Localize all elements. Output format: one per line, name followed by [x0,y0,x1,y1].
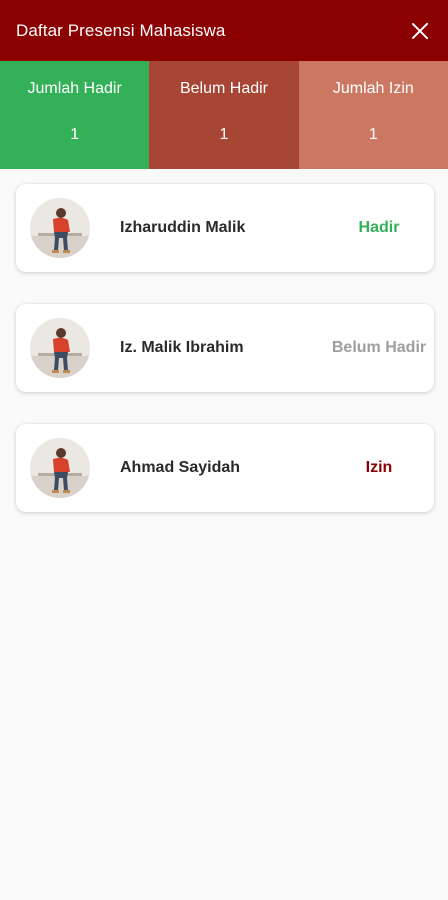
app-bar: Daftar Presensi Mahasiswa [0,0,448,61]
person-avatar-icon [30,438,90,498]
summary-belum-hadir[interactable]: Belum Hadir 1 [149,61,299,169]
summary-belum-hadir-label: Belum Hadir [179,80,268,97]
summary-izin-count: 1 [368,126,378,143]
avatar [30,438,90,498]
status-badge: Belum Hadir [331,339,427,356]
status-badge: Izin [365,459,393,476]
student-list: Izharuddin Malik Hadir Iz. Malik Ibrahim… [16,184,434,544]
student-card[interactable]: Iz. Malik Ibrahim Belum Hadir [16,304,434,392]
student-card[interactable]: Izharuddin Malik Hadir [16,184,434,272]
student-name: Ahmad Sayidah [120,459,241,476]
summary-hadir-label: Jumlah Hadir [27,80,122,97]
summary-belum-hadir-count: 1 [219,126,229,143]
person-avatar-icon [30,318,90,378]
summary-hadir-count: 1 [70,126,80,143]
attendance-summary: Jumlah Hadir 1 Belum Hadir 1 Jumlah Izin… [0,61,448,169]
student-name: Iz. Malik Ibrahim [120,339,244,356]
person-avatar-icon [30,198,90,258]
status-badge: Hadir [358,219,400,236]
summary-hadir[interactable]: Jumlah Hadir 1 [0,61,150,169]
close-icon[interactable] [408,19,432,43]
student-card[interactable]: Ahmad Sayidah Izin [16,424,434,512]
page-title: Daftar Presensi Mahasiswa [16,20,226,40]
avatar [30,318,90,378]
avatar [30,198,90,258]
summary-izin[interactable]: Jumlah Izin 1 [298,61,448,169]
summary-izin-label: Jumlah Izin [332,80,414,97]
student-name: Izharuddin Malik [120,219,246,236]
